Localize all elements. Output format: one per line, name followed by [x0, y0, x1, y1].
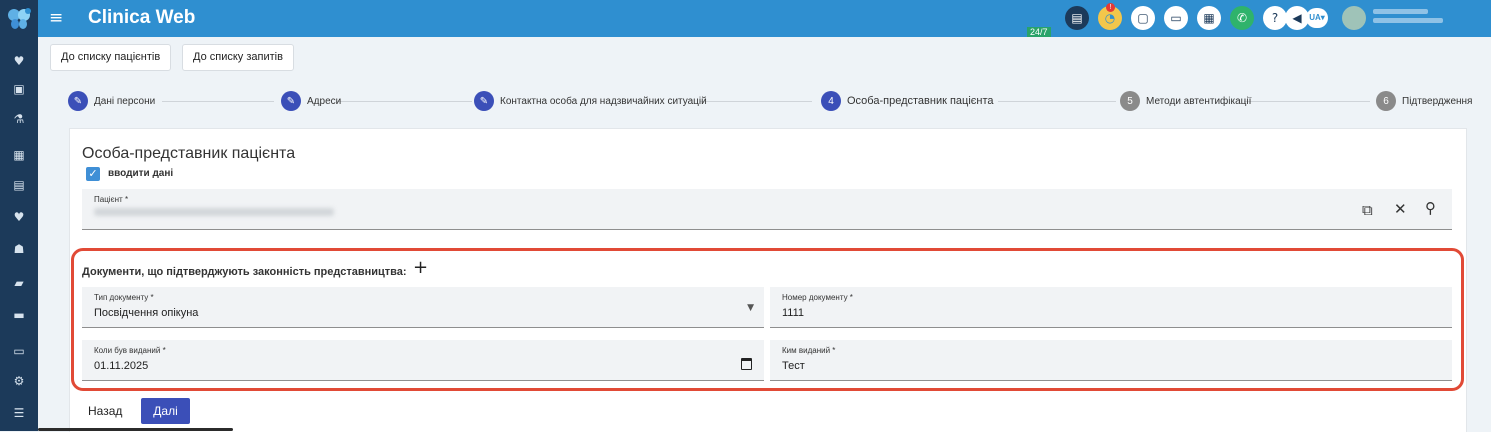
chevron-down-icon[interactable]: ▼	[747, 303, 754, 313]
settings-icon[interactable]: ⚙	[8, 372, 30, 390]
step-connector	[336, 101, 472, 102]
next-button[interactable]: Далі	[141, 398, 190, 424]
calendar-icon[interactable]	[741, 358, 752, 370]
add-document-icon[interactable]: +	[413, 257, 428, 278]
issued-date-label: Коли був виданий *	[94, 346, 166, 355]
doc-number-label: Номер документу *	[782, 293, 853, 302]
issued-date-field[interactable]: Коли був виданий * 01.11.2025	[82, 340, 764, 381]
step-number: 5	[1120, 91, 1140, 111]
step-connector	[1244, 101, 1370, 102]
step-addresses[interactable]: ✎ Адреси	[281, 91, 341, 111]
chat-icon[interactable]: ▤	[1065, 6, 1089, 30]
document-icon[interactable]: ▤	[8, 176, 30, 194]
heart-icon[interactable]: ♥	[8, 52, 30, 70]
users-icon[interactable]: ☗	[8, 240, 30, 258]
calculator-icon[interactable]: ▦	[1197, 6, 1221, 30]
app-logo[interactable]	[0, 0, 38, 37]
step-patient-representative[interactable]: 4 Особа-представник пацієнта	[821, 91, 994, 111]
app-title: Clinica Web	[88, 7, 196, 28]
issued-by-label: Ким виданий *	[782, 346, 836, 355]
close-icon[interactable]: ✕	[1394, 200, 1407, 218]
issued-date-value: 01.11.2025	[94, 360, 149, 372]
step-number: 4	[821, 91, 841, 111]
notification-badge: !	[1106, 3, 1115, 12]
back-button[interactable]: Назад	[82, 398, 128, 424]
hamburger-icon[interactable]: ≡	[49, 8, 63, 28]
step-person-data[interactable]: ✎ Дані персони	[68, 91, 155, 111]
help-icon[interactable]: ?	[1263, 6, 1287, 30]
step-number: 6	[1376, 91, 1396, 111]
doc-number-value: 1111	[782, 307, 805, 319]
checkbox-label: вводити дані	[108, 168, 174, 179]
pdf-icon[interactable]: ▢	[1131, 6, 1155, 30]
search-icon[interactable]: ⚲	[1425, 199, 1436, 217]
step-emergency-contact[interactable]: ✎ Контактна особа для надзвичайних ситуа…	[474, 91, 707, 111]
patient-value	[94, 208, 334, 216]
stepper: ✎ Дані персони ✎ Адреси ✎ Контактна особ…	[38, 85, 1491, 115]
calendar-icon[interactable]: ▦	[8, 146, 30, 164]
doc-type-select[interactable]: Тип документу * Посвідчення опікуна ▼	[82, 287, 764, 328]
pencil-icon: ✎	[68, 91, 88, 111]
section-title: Особа-представник пацієнта	[82, 145, 296, 162]
issued-by-field[interactable]: Ким виданий * Тест	[770, 340, 1452, 381]
documents-title: Документи, що підтверджують законність п…	[82, 266, 407, 278]
flask-icon[interactable]: ⚗	[8, 110, 30, 128]
patient-field[interactable]: Пацієнт * ⧉ ✕ ⚲	[82, 189, 1452, 230]
notebook-icon[interactable]: ▰	[8, 274, 30, 292]
step-confirmation[interactable]: 6 Підтвердження	[1376, 91, 1472, 111]
step-connector	[998, 101, 1116, 102]
pencil-icon: ✎	[474, 91, 494, 111]
doc-type-label: Тип документу *	[94, 293, 154, 302]
heartbeat-icon[interactable]: ♥	[8, 208, 30, 226]
avatar[interactable]	[1342, 6, 1366, 30]
book-icon[interactable]: ▣	[8, 80, 30, 98]
phone-icon[interactable]: ✆	[1230, 6, 1254, 30]
enter-data-checkbox[interactable]: ✓	[86, 167, 100, 181]
step-connector	[700, 101, 812, 102]
butterfly-logo-icon	[8, 7, 31, 29]
doc-number-field[interactable]: Номер документу * 1111	[770, 287, 1452, 328]
language-selector[interactable]: UA▾	[1306, 8, 1328, 28]
pencil-icon: ✎	[281, 91, 301, 111]
back-to-patients-button[interactable]: До списку пацієнтів	[50, 44, 172, 71]
list-icon[interactable]: ☰	[8, 404, 30, 422]
money-icon[interactable]: ▭	[8, 342, 30, 360]
step-authentication[interactable]: 5 Методи автентифікації	[1120, 91, 1251, 111]
card-icon[interactable]: ▭	[1164, 6, 1188, 30]
folder-icon[interactable]: ▬	[8, 306, 30, 324]
patient-field-label: Пацієнт *	[94, 195, 129, 204]
back-to-requests-button[interactable]: До списку запитів	[182, 44, 294, 71]
sidebar: ♥ ▣ ⚗ ▦ ▤ ♥ ☗ ▰ ▬ ▭ ⚙ ☰	[0, 0, 38, 431]
support-badge: 24/7	[1027, 27, 1051, 37]
user-name[interactable]	[1373, 9, 1443, 27]
doc-type-value: Посвідчення опікуна	[94, 307, 199, 319]
step-connector	[162, 101, 274, 102]
issued-by-value: Тест	[782, 360, 805, 372]
open-external-icon[interactable]: ⧉	[1362, 201, 1373, 219]
